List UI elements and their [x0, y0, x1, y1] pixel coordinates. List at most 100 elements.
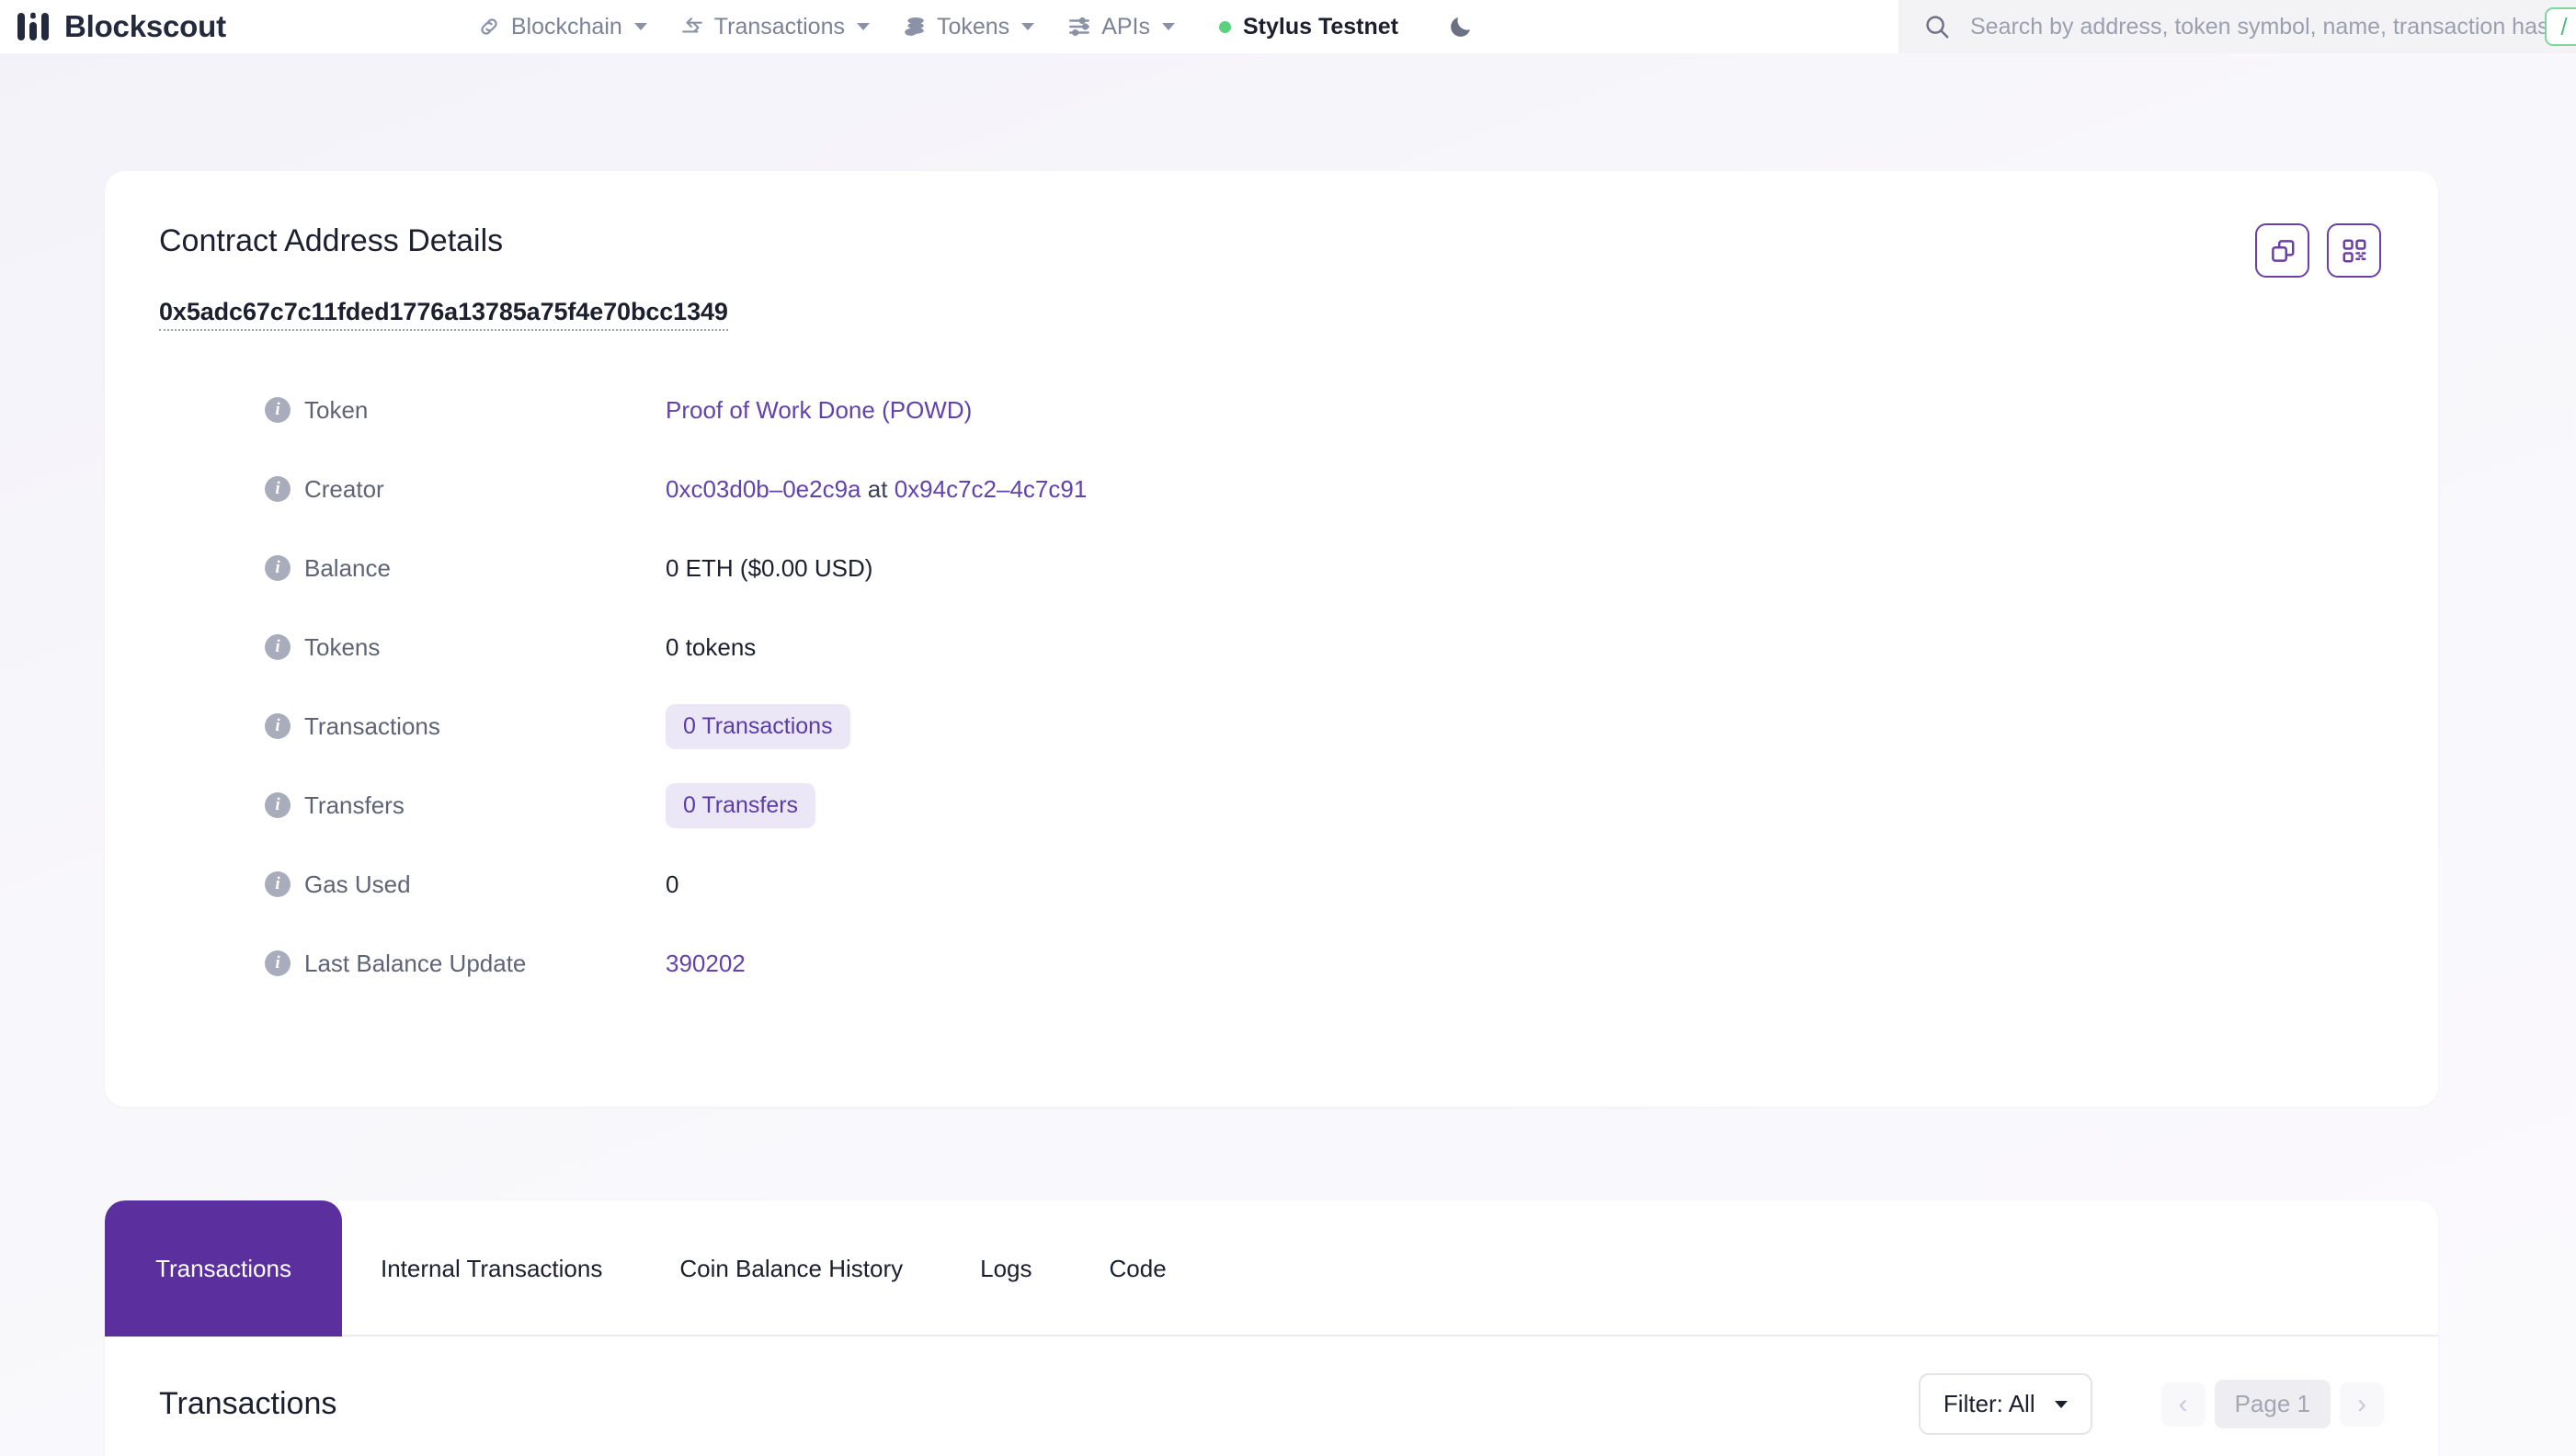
tokens-value: 0 tokens	[666, 632, 757, 661]
detail-row-gas-used: i Gas Used 0	[105, 845, 2438, 924]
info-icon[interactable]: i	[265, 555, 291, 581]
last-balance-update-link[interactable]: 390202	[666, 950, 746, 977]
tab-bar: Transactions Internal Transactions Coin …	[105, 1200, 2438, 1337]
transfers-count-badge[interactable]: 0 Transfers	[666, 782, 816, 828]
main-nav: Blockchain Transactions Tokens APIs Styl…	[461, 0, 1479, 53]
creation-tx-link[interactable]: 0x94c7c2–4c7c91	[895, 475, 1088, 503]
details-card-header: Contract Address Details	[105, 171, 2438, 278]
info-icon[interactable]: i	[265, 476, 291, 502]
tab-internal-transactions[interactable]: Internal Transactions	[342, 1200, 641, 1337]
network-status-dot	[1218, 20, 1231, 33]
search-shortcut-badge: /	[2545, 7, 2576, 46]
tab-coin-balance-history[interactable]: Coin Balance History	[641, 1200, 941, 1337]
nav-label: Tokens	[936, 13, 1010, 40]
moon-icon	[1451, 17, 1471, 37]
detail-row-balance: i Balance 0 ETH ($0.00 USD)	[105, 529, 2438, 608]
info-icon[interactable]: i	[265, 871, 291, 897]
qr-code-icon	[2342, 239, 2365, 262]
detail-row-transfers: i Transfers 0 Transfers	[105, 766, 2438, 845]
creator-address-link[interactable]: 0xc03d0b–0e2c9a	[666, 475, 861, 503]
theme-toggle-button[interactable]	[1442, 8, 1479, 45]
network-label: Stylus Testnet	[1242, 13, 1399, 40]
prev-page-button[interactable]: ‹	[2160, 1382, 2206, 1427]
tab-transactions[interactable]: Transactions	[105, 1200, 342, 1337]
row-label: i Tokens	[265, 633, 666, 662]
detail-row-last-balance-update: i Last Balance Update 390202	[105, 924, 2438, 1003]
row-label: i Transactions	[265, 712, 666, 741]
detail-label: Gas Used	[304, 870, 411, 898]
coins-stack-icon	[905, 17, 924, 36]
chevron-down-icon	[856, 23, 870, 30]
search-input[interactable]	[1970, 13, 2576, 40]
transactions-controls: Filter: All ‹ Page 1 ›	[1918, 1373, 2384, 1435]
row-value: Proof of Work Done (POWD)	[666, 396, 972, 425]
row-label: i Balance	[265, 554, 666, 583]
details-actions	[2255, 223, 2381, 278]
token-link[interactable]: Proof of Work Done (POWD)	[666, 396, 972, 424]
nav-item-transactions[interactable]: Transactions	[664, 0, 886, 53]
nav-item-blockchain[interactable]: Blockchain	[461, 0, 664, 53]
row-value: 0xc03d0b–0e2c9a at 0x94c7c2–4c7c91	[666, 475, 1087, 504]
detail-row-token: i Token Proof of Work Done (POWD)	[105, 370, 2438, 449]
nav-label: Blockchain	[510, 13, 622, 40]
detail-label: Transfers	[304, 791, 405, 819]
gas-used-value: 0	[666, 870, 679, 898]
row-label: i Transfers	[265, 791, 666, 820]
detail-label: Transactions	[304, 711, 440, 740]
info-icon[interactable]: i	[265, 634, 291, 660]
brand-name: Blockscout	[64, 9, 226, 43]
contract-address-text[interactable]: 0x5adc67c7c11fded1776a13785a75f4e70bcc13…	[159, 298, 728, 331]
qr-code-button[interactable]	[2327, 223, 2381, 278]
chevron-down-icon	[633, 23, 647, 30]
transactions-panel-card: Transactions Internal Transactions Coin …	[105, 1200, 2438, 1456]
tab-logs[interactable]: Logs	[941, 1200, 1070, 1337]
transfer-arrows-icon	[681, 17, 702, 33]
chevron-down-icon	[1021, 23, 1035, 30]
nav-label: APIs	[1101, 13, 1150, 40]
network-selector[interactable]: Stylus Testnet	[1203, 0, 1415, 53]
sliders-icon	[1069, 17, 1090, 37]
row-value: 0 Transfers	[666, 782, 816, 828]
row-value: 0 Transactions	[666, 703, 850, 749]
detail-label: Last Balance Update	[304, 949, 527, 977]
tab-code[interactable]: Code	[1071, 1200, 1205, 1337]
detail-row-creator: i Creator 0xc03d0b–0e2c9a at 0x94c7c2–4c…	[105, 449, 2438, 529]
transactions-heading: Transactions	[159, 1386, 337, 1421]
row-label: i Last Balance Update	[265, 950, 666, 978]
transactions-toolbar: Transactions Filter: All ‹ Page 1 ›	[105, 1337, 2438, 1435]
current-page-label[interactable]: Page 1	[2214, 1380, 2331, 1428]
detail-row-transactions: i Transactions 0 Transactions	[105, 687, 2438, 766]
search-bar[interactable]: /	[1898, 0, 2576, 53]
copy-icon	[2271, 239, 2294, 262]
top-navbar: Blockscout Blockchain Transactions Token…	[0, 0, 2576, 53]
info-icon[interactable]: i	[265, 713, 291, 739]
row-value: 390202	[666, 950, 746, 978]
contract-address-details-card: Contract Address Details 0x5adc67c7c11fd…	[105, 171, 2438, 1107]
nav-item-tokens[interactable]: Tokens	[886, 0, 1051, 53]
nav-item-apis[interactable]: APIs	[1051, 0, 1191, 53]
balance-value: 0 ETH ($0.00 USD)	[666, 553, 873, 582]
info-icon[interactable]: i	[265, 792, 291, 818]
creator-at-text: at	[867, 474, 888, 503]
address-line: 0x5adc67c7c11fded1776a13785a75f4e70bcc13…	[105, 278, 2438, 331]
page-title: Contract Address Details	[159, 223, 504, 258]
row-label: i Token	[265, 396, 666, 425]
details-rows: i Token Proof of Work Done (POWD) i Crea…	[105, 331, 2438, 1003]
row-label: i Creator	[265, 475, 666, 504]
info-icon[interactable]: i	[265, 950, 291, 976]
chevron-down-icon	[1161, 23, 1175, 30]
info-icon[interactable]: i	[265, 397, 291, 423]
detail-label: Creator	[304, 474, 384, 503]
detail-row-tokens: i Tokens 0 tokens	[105, 608, 2438, 687]
search-icon	[1926, 16, 1949, 39]
next-page-button[interactable]: ›	[2340, 1382, 2384, 1427]
transactions-count-badge[interactable]: 0 Transactions	[666, 703, 850, 749]
filter-label: Filter: All	[1943, 1390, 2035, 1417]
filter-dropdown[interactable]: Filter: All	[1918, 1373, 2092, 1435]
copy-address-button[interactable]	[2255, 223, 2309, 278]
row-label: i Gas Used	[265, 870, 666, 899]
brand-logo-link[interactable]: Blockscout	[17, 0, 226, 53]
detail-label: Balance	[304, 553, 391, 582]
detail-label: Token	[304, 395, 369, 424]
nav-label: Transactions	[713, 13, 845, 40]
